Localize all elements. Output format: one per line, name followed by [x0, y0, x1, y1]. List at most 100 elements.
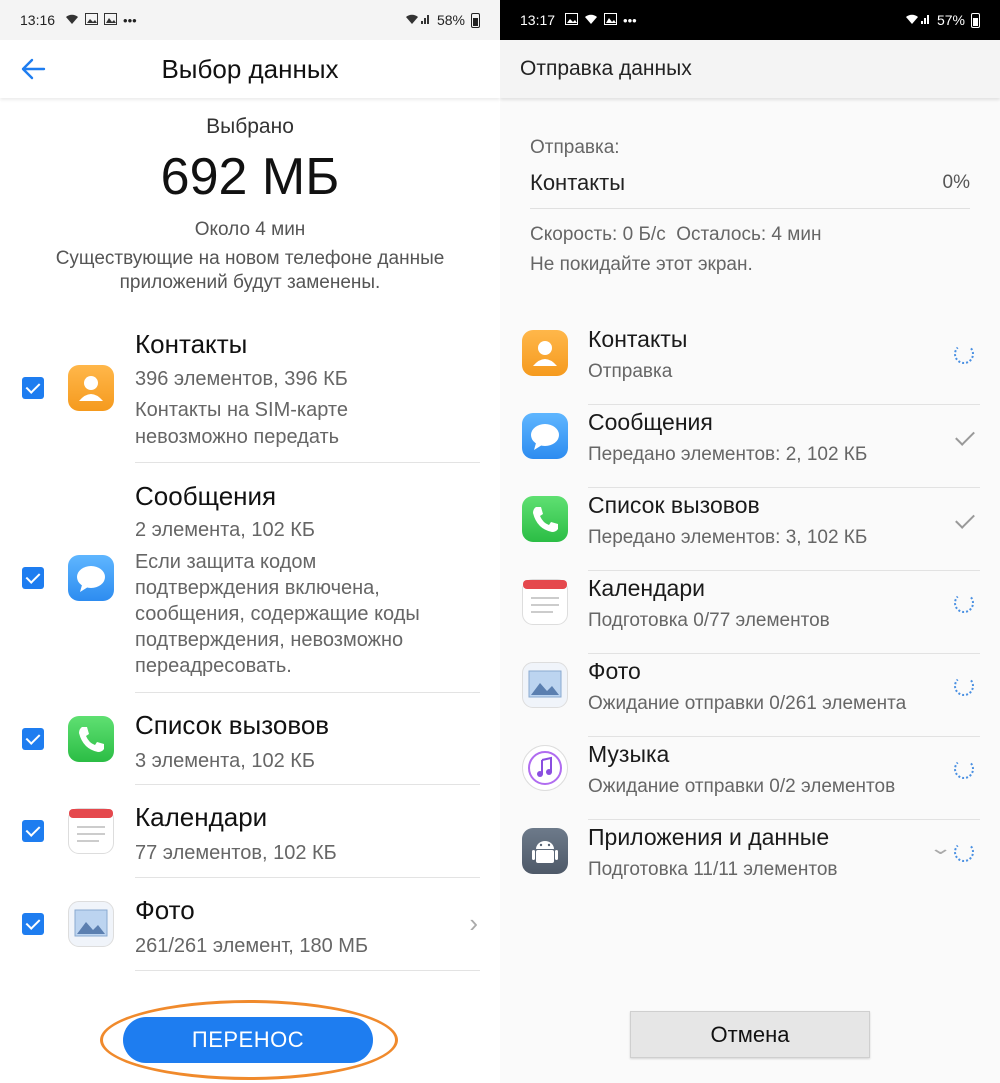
transfer-button[interactable]: ПЕРЕНОС — [123, 1017, 373, 1063]
calendars-checkbox[interactable] — [22, 820, 44, 842]
image-notification-icon — [85, 12, 99, 28]
loading-spinner-icon — [954, 676, 978, 700]
cancel-button[interactable]: Отмена — [630, 1011, 870, 1058]
item-detail: невозможно передать — [135, 426, 340, 448]
divider — [530, 208, 970, 209]
right-screen-sending-data: 13:17 ••• 57% Отправка данных Отправка: … — [500, 0, 1000, 1083]
gallery-notification-icon — [104, 12, 118, 28]
list-item-messages: Сообщения Передано элементов: 2, 102 КБ — [500, 405, 1000, 488]
wifi-signal-icon — [905, 12, 931, 28]
status-bar: 13:16 ••• 58% — [0, 0, 500, 40]
calendar-icon — [522, 579, 568, 625]
item-detail: 2 элемента, 102 КБ — [135, 519, 316, 541]
selection-summary: Выбрано 692 МБ Около 4 мин Существующие … — [0, 115, 500, 295]
item-detail: Если защита кодом — [135, 551, 317, 573]
item-status: Подготовка 0/77 элементов — [588, 610, 830, 631]
battery-percent: 57% — [936, 12, 965, 28]
messages-checkbox[interactable] — [22, 567, 44, 589]
list-item-contacts[interactable]: Контакты 396 элементов, 396 КБ Контакты … — [0, 325, 500, 463]
item-status: Передано элементов: 3, 102 КБ — [588, 527, 868, 548]
battery-percent: 58% — [436, 12, 465, 28]
messages-icon — [68, 555, 114, 601]
music-icon — [522, 745, 568, 791]
more-notifications-icon: ••• — [123, 12, 137, 28]
gallery-notification-icon — [604, 12, 618, 28]
sending-percent: 0% — [942, 172, 970, 193]
app-bar: Выбор данных — [0, 40, 500, 98]
loading-spinner-icon — [954, 842, 978, 866]
item-detail: 261/261 элемент, 180 МБ — [135, 935, 369, 957]
item-name: Список вызовов — [135, 710, 330, 740]
item-status: Отправка — [588, 361, 673, 382]
item-name: Список вызовов — [588, 492, 760, 518]
status-time: 13:17 — [520, 12, 556, 28]
list-item-calendars: Календари Подготовка 0/77 элементов — [500, 571, 1000, 654]
checkmark-icon — [954, 509, 978, 534]
page-title: Отправка данных — [520, 57, 692, 80]
item-detail: 396 элементов, 396 КБ — [135, 368, 348, 390]
item-status: Ожидание отправки 0/2 элементов — [588, 776, 896, 797]
list-item-photos[interactable]: Фото 261/261 элемент, 180 МБ › — [0, 878, 500, 971]
list-item-calendars[interactable]: Календари 77 элементов, 102 КБ — [0, 785, 500, 878]
sending-item: Контакты — [530, 170, 626, 195]
status-bar: 13:17 ••• 57% — [500, 0, 1000, 40]
phone-icon — [68, 716, 114, 762]
list-item-contacts: Контакты Отправка — [500, 322, 1000, 405]
call-log-checkbox[interactable] — [22, 728, 44, 750]
list-item-call-log[interactable]: Список вызовов 3 элемента, 102 КБ — [0, 693, 500, 785]
contacts-checkbox[interactable] — [22, 377, 44, 399]
item-detail: Контакты на SIM-карте — [135, 399, 348, 421]
chevron-right-icon[interactable]: › — [469, 908, 478, 939]
selected-size: 692 МБ — [160, 148, 340, 206]
list-item-music: Музыка Ожидание отправки 0/2 элементов — [500, 737, 1000, 820]
contacts-icon — [68, 365, 114, 411]
battery-icon — [971, 12, 980, 28]
replace-warning: Существующие на новом телефоне данные пр… — [55, 248, 445, 293]
left-screen-data-selection: 13:16 ••• 58% Выбор данных Выбрано 692 М… — [0, 0, 500, 1083]
item-name: Музыка — [588, 741, 670, 767]
wifi-signal-icon — [405, 12, 431, 28]
calendar-icon — [68, 808, 114, 854]
transfer-stats: Скорость: 0 Б/с Осталось: 4 мин — [530, 224, 821, 246]
divider — [135, 970, 480, 971]
photos-checkbox[interactable] — [22, 913, 44, 935]
item-status: Подготовка 11/11 элементов — [588, 859, 838, 880]
android-icon — [522, 828, 568, 874]
messages-icon — [522, 413, 568, 459]
item-name: Фото — [135, 895, 195, 925]
item-name: Приложения и данные — [588, 824, 830, 850]
stay-on-screen-note: Не покидайте этот экран. — [530, 254, 753, 275]
remaining-text: Осталось: 4 мин — [676, 224, 822, 245]
wifi-icon — [584, 12, 598, 28]
item-name: Сообщения — [135, 481, 277, 511]
list-item-messages[interactable]: Сообщения 2 элемента, 102 КБ Если защита… — [0, 463, 500, 693]
item-name: Контакты — [135, 329, 248, 359]
more-notifications-icon: ••• — [623, 12, 637, 28]
item-detail: подтверждения, невозможно — [135, 629, 404, 651]
item-status: Передано элементов: 2, 102 КБ — [588, 444, 868, 465]
checkmark-icon — [954, 426, 978, 451]
item-detail: переадресовать. — [135, 655, 292, 677]
phone-icon — [522, 496, 568, 542]
battery-icon — [471, 12, 480, 28]
wifi-icon — [65, 13, 79, 28]
loading-spinner-icon — [954, 759, 978, 783]
loading-spinner-icon — [954, 593, 978, 617]
list-item-apps-and-data[interactable]: Приложения и данные Подготовка 11/11 эле… — [500, 820, 1000, 903]
photo-icon — [522, 662, 568, 708]
speed-text: Скорость: 0 Б/с — [530, 224, 666, 245]
contacts-icon — [522, 330, 568, 376]
list-item-photos: Фото Ожидание отправки 0/261 элемента — [500, 654, 1000, 737]
selected-label: Выбрано — [206, 115, 294, 138]
list-item-call-log: Список вызовов Передано элементов: 3, 10… — [500, 488, 1000, 571]
item-detail: подтверждения включена, — [135, 577, 380, 599]
chevron-down-icon[interactable]: ⌄ — [928, 838, 952, 859]
item-name: Фото — [588, 658, 641, 684]
item-status: Ожидание отправки 0/261 элемента — [588, 693, 907, 714]
photo-icon — [68, 901, 114, 947]
item-detail: 77 элементов, 102 КБ — [135, 842, 337, 864]
item-detail: 3 элемента, 102 КБ — [135, 750, 316, 772]
item-name: Календари — [588, 575, 705, 601]
app-bar: Отправка данных — [500, 40, 1000, 98]
status-time: 13:16 — [20, 12, 56, 28]
